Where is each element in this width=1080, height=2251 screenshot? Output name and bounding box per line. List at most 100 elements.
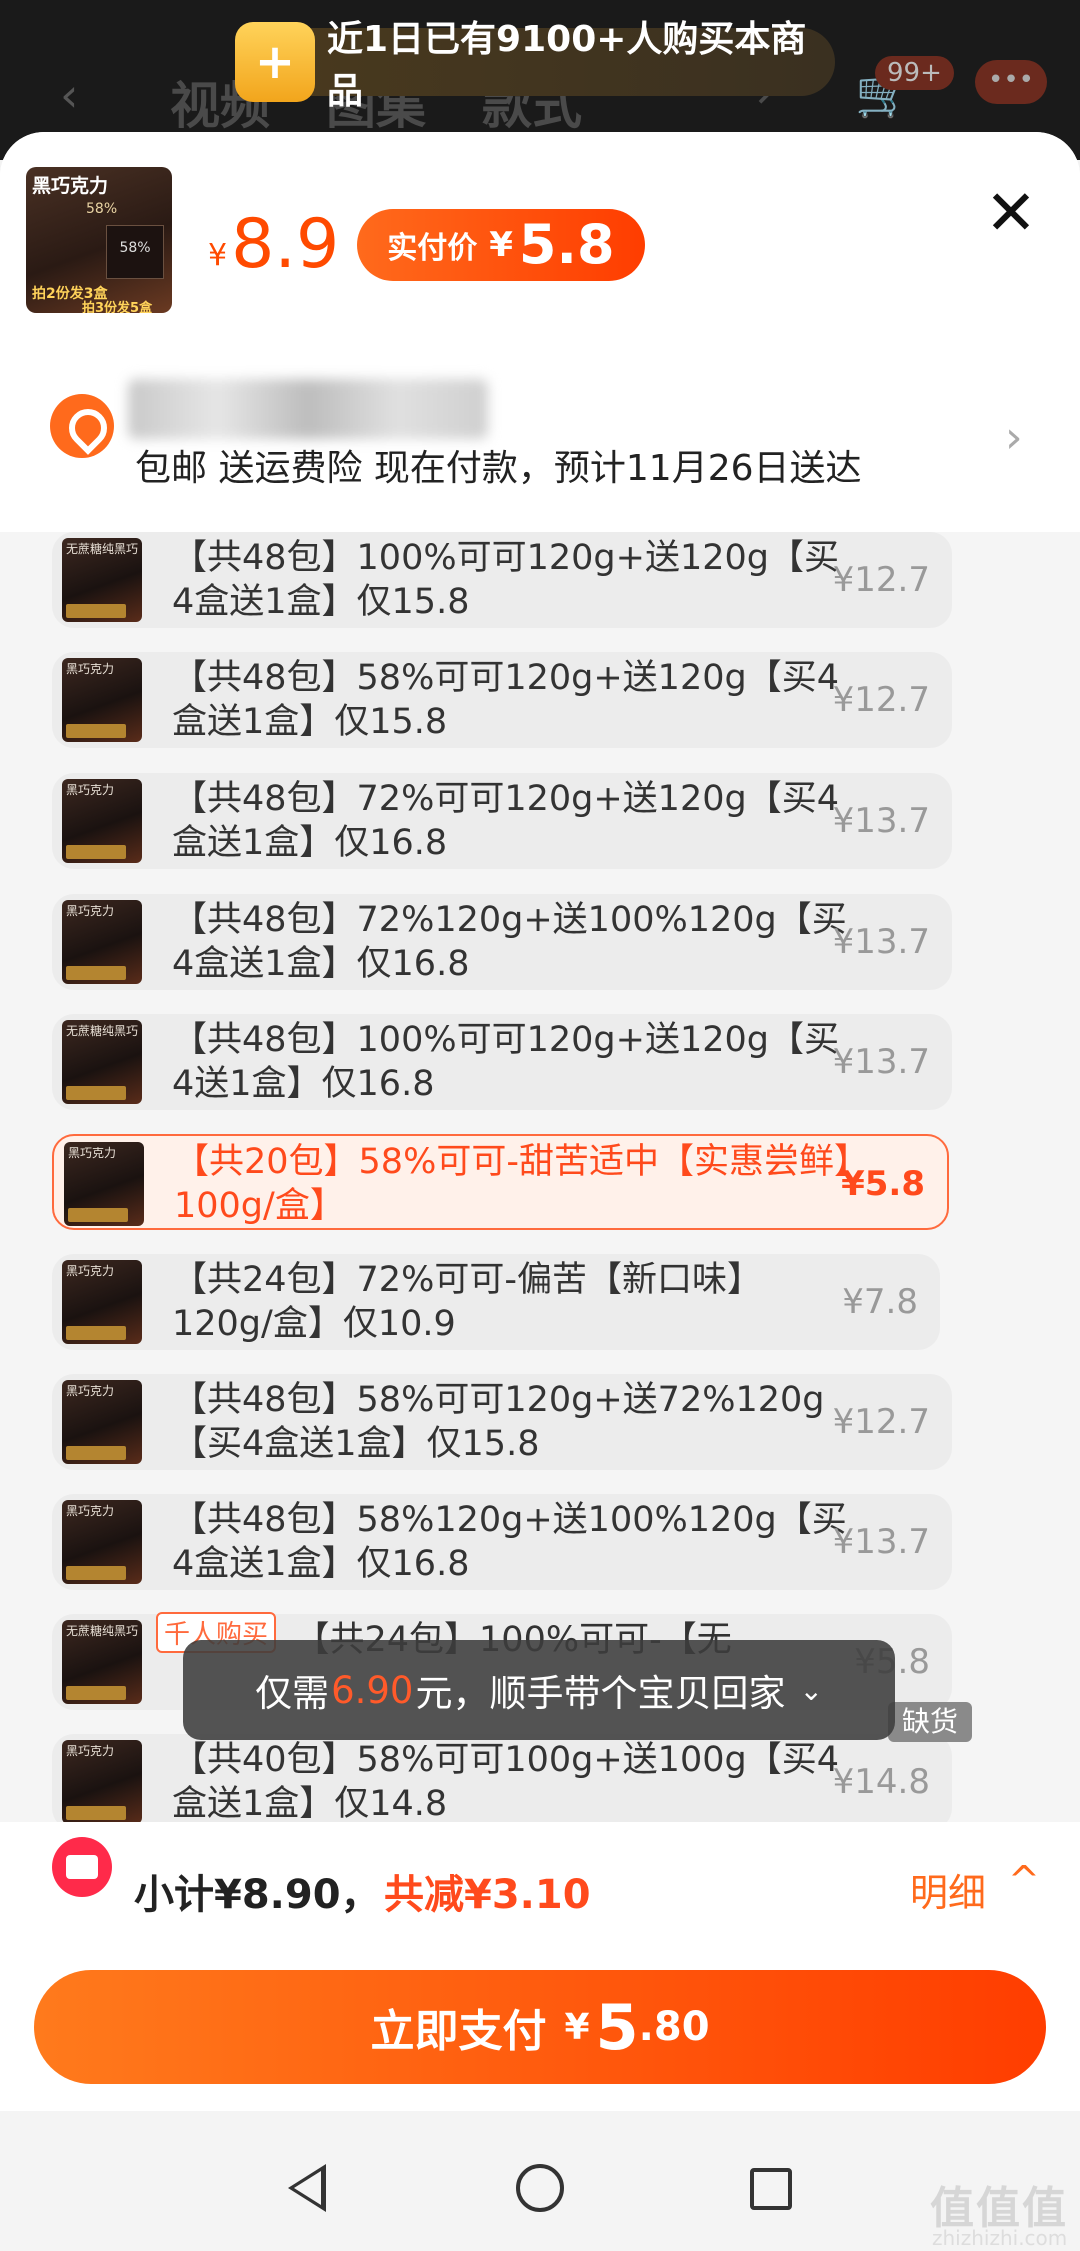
recent-buyers-text: 近1日已有9100+人购买本商品 [327,19,807,112]
back-arrow-icon: ‹ [60,68,79,122]
discount-text: 共减¥3.10 [384,1872,591,1918]
sku-list[interactable]: 无蔗糖纯黑巧 【共48包】100%可可120g+送120g【买4盒送1盒】仅15… [0,532,1080,1822]
sku-option[interactable]: 黑巧克力 【共48包】58%可可120g+送72%120g【买4盒送1盒】仅15… [52,1374,952,1470]
subtotal-text: 小计¥8.90， [134,1872,381,1918]
chevron-right-icon: › [1005,412,1023,463]
sku-thumb-label: 黑巧克力 [66,1504,115,1518]
sku-thumbnail: 无蔗糖纯黑巧 [62,538,142,622]
sku-thumbnail: 黑巧克力 [62,900,142,984]
sku-option[interactable]: 无蔗糖纯黑巧 【共48包】100%可可120g+送120g【买4送1盒】仅16.… [52,1014,952,1110]
sku-thumbnail: 黑巧克力 [62,658,142,742]
more-icon: ••• [975,60,1047,104]
sku-thumbnail: 黑巧克力 [62,1260,142,1344]
sku-thumbnail: 黑巧克力 [62,1500,142,1584]
chevron-down-icon: ⌄ [799,1673,823,1707]
sku-name: 【共24包】72%可可-偏苦【新口味】120g/盒】仅10.9 [172,1260,762,1344]
sku-thumbnail: 黑巧克力 [64,1142,144,1226]
sku-price: ¥12.7 [832,560,930,600]
toast-amount: 6.90 [331,1668,414,1712]
thumb-box: 58% [106,225,164,279]
price-value: 8.9 [231,205,340,284]
watermark-url: zhizhizhi.com [932,2226,1068,2250]
sku-price: ¥5.8 [841,1164,925,1204]
sku-price: ¥13.7 [832,801,930,841]
sku-price: ¥12.7 [832,680,930,720]
sku-option[interactable]: 黑巧克力 【共48包】72%120g+送100%120g【买4盒送1盒】仅16.… [52,894,952,990]
sku-thumb-label: 无蔗糖纯黑巧 [66,1024,139,1038]
product-thumbnail[interactable]: 黑巧克力 58% 58% 拍2份发3盒 拍3份发5盒 [26,167,172,313]
shopping-bag-icon: + [235,22,315,102]
sku-thumbnail: 无蔗糖纯黑巧 [62,1020,142,1104]
real-price-badge: 实付价 ¥ 5.8 [357,208,645,281]
sku-name: 【共48包】58%120g+送100%120g【买4盒送1盒】仅16.8 [172,1500,847,1584]
cart-badge: 99+ [875,56,954,90]
nav-home-icon[interactable] [516,2164,564,2212]
thumb-percent: 58% [86,201,118,217]
sku-thumb-label: 黑巧克力 [66,1744,115,1758]
sku-name: 【共48包】100%可可120g+送120g【买4盒送1盒】仅15.8 [172,538,839,622]
sku-option[interactable]: 黑巧克力 【共24包】72%可可-偏苦【新口味】120g/盒】仅10.9 ¥7.… [52,1254,940,1350]
thumb-box-label: 58% [119,240,151,256]
sku-thumb-label: 黑巧克力 [66,662,115,676]
real-price-value: 5.8 [518,213,615,276]
sku-name: 【共48包】58%可可120g+送72%120g【买4盒送1盒】仅15.8 [172,1380,825,1464]
sku-name: 【共48包】58%可可120g+送120g【买4盒送1盒】仅15.8 [172,658,839,742]
sku-thumbnail: 黑巧克力 [62,1380,142,1464]
nav-back-icon[interactable] [288,2164,326,2212]
sku-option[interactable]: 无蔗糖纯黑巧 【共48包】100%可可120g+送120g【买4盒送1盒】仅15… [52,532,952,628]
sku-name: 【共48包】100%可可120g+送120g【买4送1盒】仅16.8 [172,1020,839,1104]
close-icon[interactable]: ✕ [985,182,1037,244]
sku-option[interactable]: 黑巧克力 【共48包】72%可可120g+送120g【买4盒送1盒】仅16.8 … [52,773,952,869]
sku-thumb-label: 黑巧克力 [68,1146,117,1160]
sku-thumb-label: 黑巧克力 [66,783,115,797]
sku-price: ¥14.8 [832,1762,930,1802]
location-pin-icon [50,394,114,458]
toast-suffix: 元，顺手带个宝贝回家 [415,1672,786,1715]
sku-name: 【共20包】58%可可-甜苦适中【实惠尝鲜】100g/盒】 [174,1142,852,1226]
sku-thumbnail: 无蔗糖纯黑巧 [62,1620,142,1704]
sku-option[interactable]: 黑巧克力 【共40包】58%可可100g+送100g【买4盒送1盒】仅14.8 … [52,1734,952,1822]
chevron-up-icon[interactable]: ^ [1008,1858,1040,1902]
recent-buyers-banner: + 近1日已有9100+人购买本商品 [235,19,835,112]
sku-option[interactable]: 黑巧克力 【共48包】58%120g+送100%120g【买4盒送1盒】仅16.… [52,1494,952,1590]
price-currency: ¥ [208,238,228,273]
pay-currency: ¥ [564,2006,590,2048]
sku-selection-sheet: 黑巧克力 58% 58% 拍2份发3盒 拍3份发5盒 ¥ 8.9 实付价 ¥ 5… [0,132,1080,2111]
sku-thumbnail: 黑巧克力 [62,779,142,863]
blurred-address [128,379,488,439]
sku-price: ¥7.8 [842,1282,918,1322]
thumb-promo-2: 拍3份发5盒 [82,301,153,313]
sku-thumb-label: 无蔗糖纯黑巧 [66,1624,139,1638]
sku-price: ¥13.7 [832,922,930,962]
sku-price: ¥13.7 [832,1042,930,1082]
real-price-currency: ¥ [489,224,513,265]
sku-thumb-label: 黑巧克力 [66,1264,115,1278]
nav-recent-icon[interactable] [750,2168,792,2210]
price-row: ¥ 8.9 实付价 ¥ 5.8 [208,205,645,284]
sku-thumb-label: 黑巧克力 [66,1384,115,1398]
detail-link[interactable]: 明细 [910,1862,986,1917]
add-on-toast[interactable]: 仅需 6.90 元，顺手带个宝贝回家 ⌄ [183,1640,895,1740]
toast-prefix: 仅需 [255,1672,330,1715]
pay-now-button[interactable]: 立即支付 ¥ 5 .80 [34,1970,1046,2084]
thumb-title: 黑巧克力 [32,175,109,197]
real-price-label: 实付价 [387,230,478,266]
delivery-info: 包邮 送运费险 现在付款，预计11月26日送达 [135,448,862,489]
address-row[interactable]: 包邮 送运费险 现在付款，预计11月26日送达 › [0,327,1080,497]
sku-name: 【共48包】72%120g+送100%120g【买4盒送1盒】仅16.8 [172,900,847,984]
sku-name: 【共40包】58%可可100g+送100g【买4盒送1盒】仅14.8 [172,1740,839,1822]
sku-option[interactable]: 黑巧克力 【共48包】58%可可120g+送120g【买4盒送1盒】仅15.8 … [52,652,952,748]
pay-amount-int: 5 [595,1990,639,2064]
sheet-header: 黑巧克力 58% 58% 拍2份发3盒 拍3份发5盒 ¥ 8.9 实付价 ¥ 5… [0,132,1080,532]
sku-option-selected[interactable]: 黑巧克力 【共20包】58%可可-甜苦适中【实惠尝鲜】100g/盒】 ¥5.8 [52,1134,949,1230]
out-of-stock-badge: 缺货 [888,1702,973,1742]
pay-label: 立即支付 [370,2006,547,2057]
pay-amount-dec: .80 [638,2004,710,2050]
coupon-icon [52,1837,112,1897]
sku-price: ¥13.7 [832,1522,930,1562]
sku-name: 【共48包】72%可可120g+送120g【买4盒送1盒】仅16.8 [172,779,839,863]
sku-thumbnail: 黑巧克力 [62,1740,142,1822]
sku-price: ¥12.7 [832,1402,930,1442]
sku-thumb-label: 黑巧克力 [66,904,115,918]
sku-thumb-label: 无蔗糖纯黑巧 [66,542,139,556]
